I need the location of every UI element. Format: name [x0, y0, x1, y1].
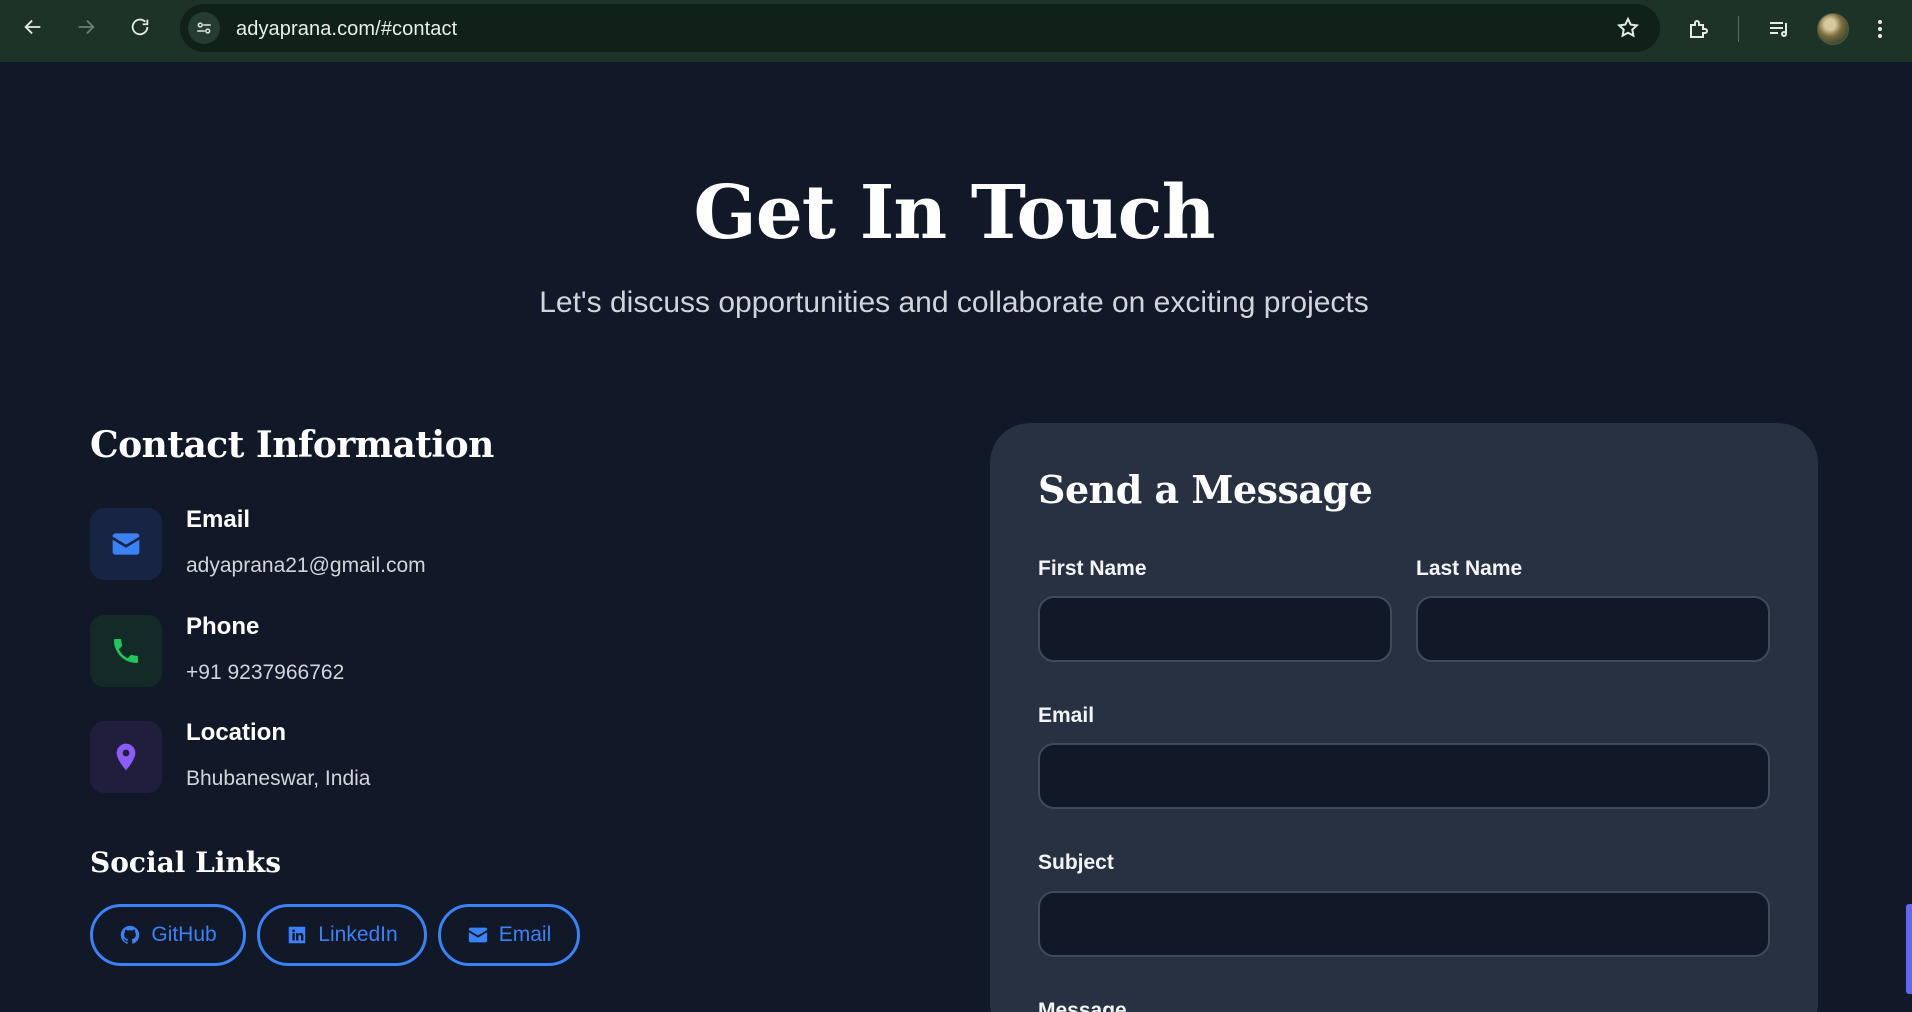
- last-name-field[interactable]: [1416, 596, 1770, 662]
- url-text[interactable]: adyaprana.com/#contact: [236, 18, 457, 41]
- contact-item-label: Email: [186, 506, 251, 533]
- github-link-label: GitHub: [151, 923, 217, 946]
- more-menu-button[interactable]: [1870, 13, 1890, 45]
- profile-avatar[interactable]: [1817, 13, 1849, 45]
- star-icon: [1616, 16, 1640, 38]
- back-arrow-icon: [24, 19, 41, 35]
- phone-icon-badge: [90, 615, 162, 687]
- subject-label: Subject: [1038, 851, 1114, 874]
- page-title: Get In Touch: [693, 170, 1216, 256]
- contact-item-label: Phone: [186, 613, 260, 640]
- send-message-form: Send a Message First Name Last Name Emai…: [990, 423, 1818, 1012]
- page-subtitle: Let's discuss opportunities and collabor…: [539, 286, 1369, 319]
- address-bar[interactable]: adyaprana.com/#contact: [180, 4, 1660, 52]
- site-settings-button[interactable]: [188, 12, 220, 44]
- phone-icon: [114, 639, 138, 663]
- email-link-button[interactable]: Email: [438, 904, 580, 966]
- contact-item-value: adyaprana21@gmail.com: [186, 554, 426, 577]
- contact-item-value: Bhubaneswar, India: [186, 767, 371, 790]
- last-name-label: Last Name: [1416, 557, 1523, 580]
- subject-field[interactable]: [1038, 891, 1770, 957]
- linkedin-icon: [289, 926, 306, 944]
- contact-item-phone: Phone +91 9237966762: [90, 613, 690, 689]
- linkedin-link-button[interactable]: LinkedIn: [257, 904, 427, 966]
- extensions-button[interactable]: [1682, 12, 1716, 46]
- linkedin-link-label: LinkedIn: [318, 923, 398, 946]
- github-link-button[interactable]: GitHub: [90, 904, 246, 966]
- contact-page: Get In Touch Let's discuss opportunities…: [0, 62, 1912, 1012]
- contact-information-section: Contact Information: [90, 424, 890, 466]
- message-label: Message: [1038, 999, 1127, 1012]
- map-pin-icon: [116, 743, 136, 771]
- location-icon-badge: [90, 721, 162, 793]
- reload-button[interactable]: [122, 9, 158, 45]
- contact-information-heading: Contact Information: [90, 424, 494, 466]
- contact-item-location: Location Bhubaneswar, India: [90, 719, 690, 795]
- toolbar-divider: [1738, 16, 1739, 42]
- scroll-indicator: [1906, 904, 1912, 994]
- email-field[interactable]: [1038, 743, 1770, 809]
- back-button[interactable]: [15, 9, 51, 45]
- media-queue-icon: [1770, 22, 1787, 37]
- forward-button[interactable]: [68, 9, 104, 45]
- contact-item-value: +91 9237966762: [186, 661, 345, 684]
- first-name-label: First Name: [1038, 557, 1147, 580]
- envelope-icon: [112, 533, 140, 555]
- email-label: Email: [1038, 704, 1095, 727]
- contact-item-label: Location: [186, 719, 286, 746]
- site-settings-icon: [197, 22, 211, 34]
- social-links-heading: Social Links: [90, 846, 281, 879]
- reload-icon: [131, 18, 149, 36]
- browser-toolbar: adyaprana.com/#contact: [0, 0, 1912, 62]
- envelope-icon: [468, 927, 487, 943]
- first-name-field[interactable]: [1038, 596, 1392, 662]
- github-icon: [121, 925, 140, 944]
- form-title: Send a Message: [1038, 467, 1373, 512]
- more-vert-icon: [1878, 20, 1882, 38]
- contact-item-email: Email adyaprana21@gmail.com: [90, 506, 690, 582]
- email-link-label: Email: [498, 923, 552, 946]
- email-icon-badge: [90, 508, 162, 580]
- forward-arrow-icon: [78, 19, 95, 35]
- extensions-icon: [1690, 20, 1708, 38]
- media-queue-button[interactable]: [1762, 12, 1796, 46]
- bookmark-button[interactable]: [1614, 14, 1642, 42]
